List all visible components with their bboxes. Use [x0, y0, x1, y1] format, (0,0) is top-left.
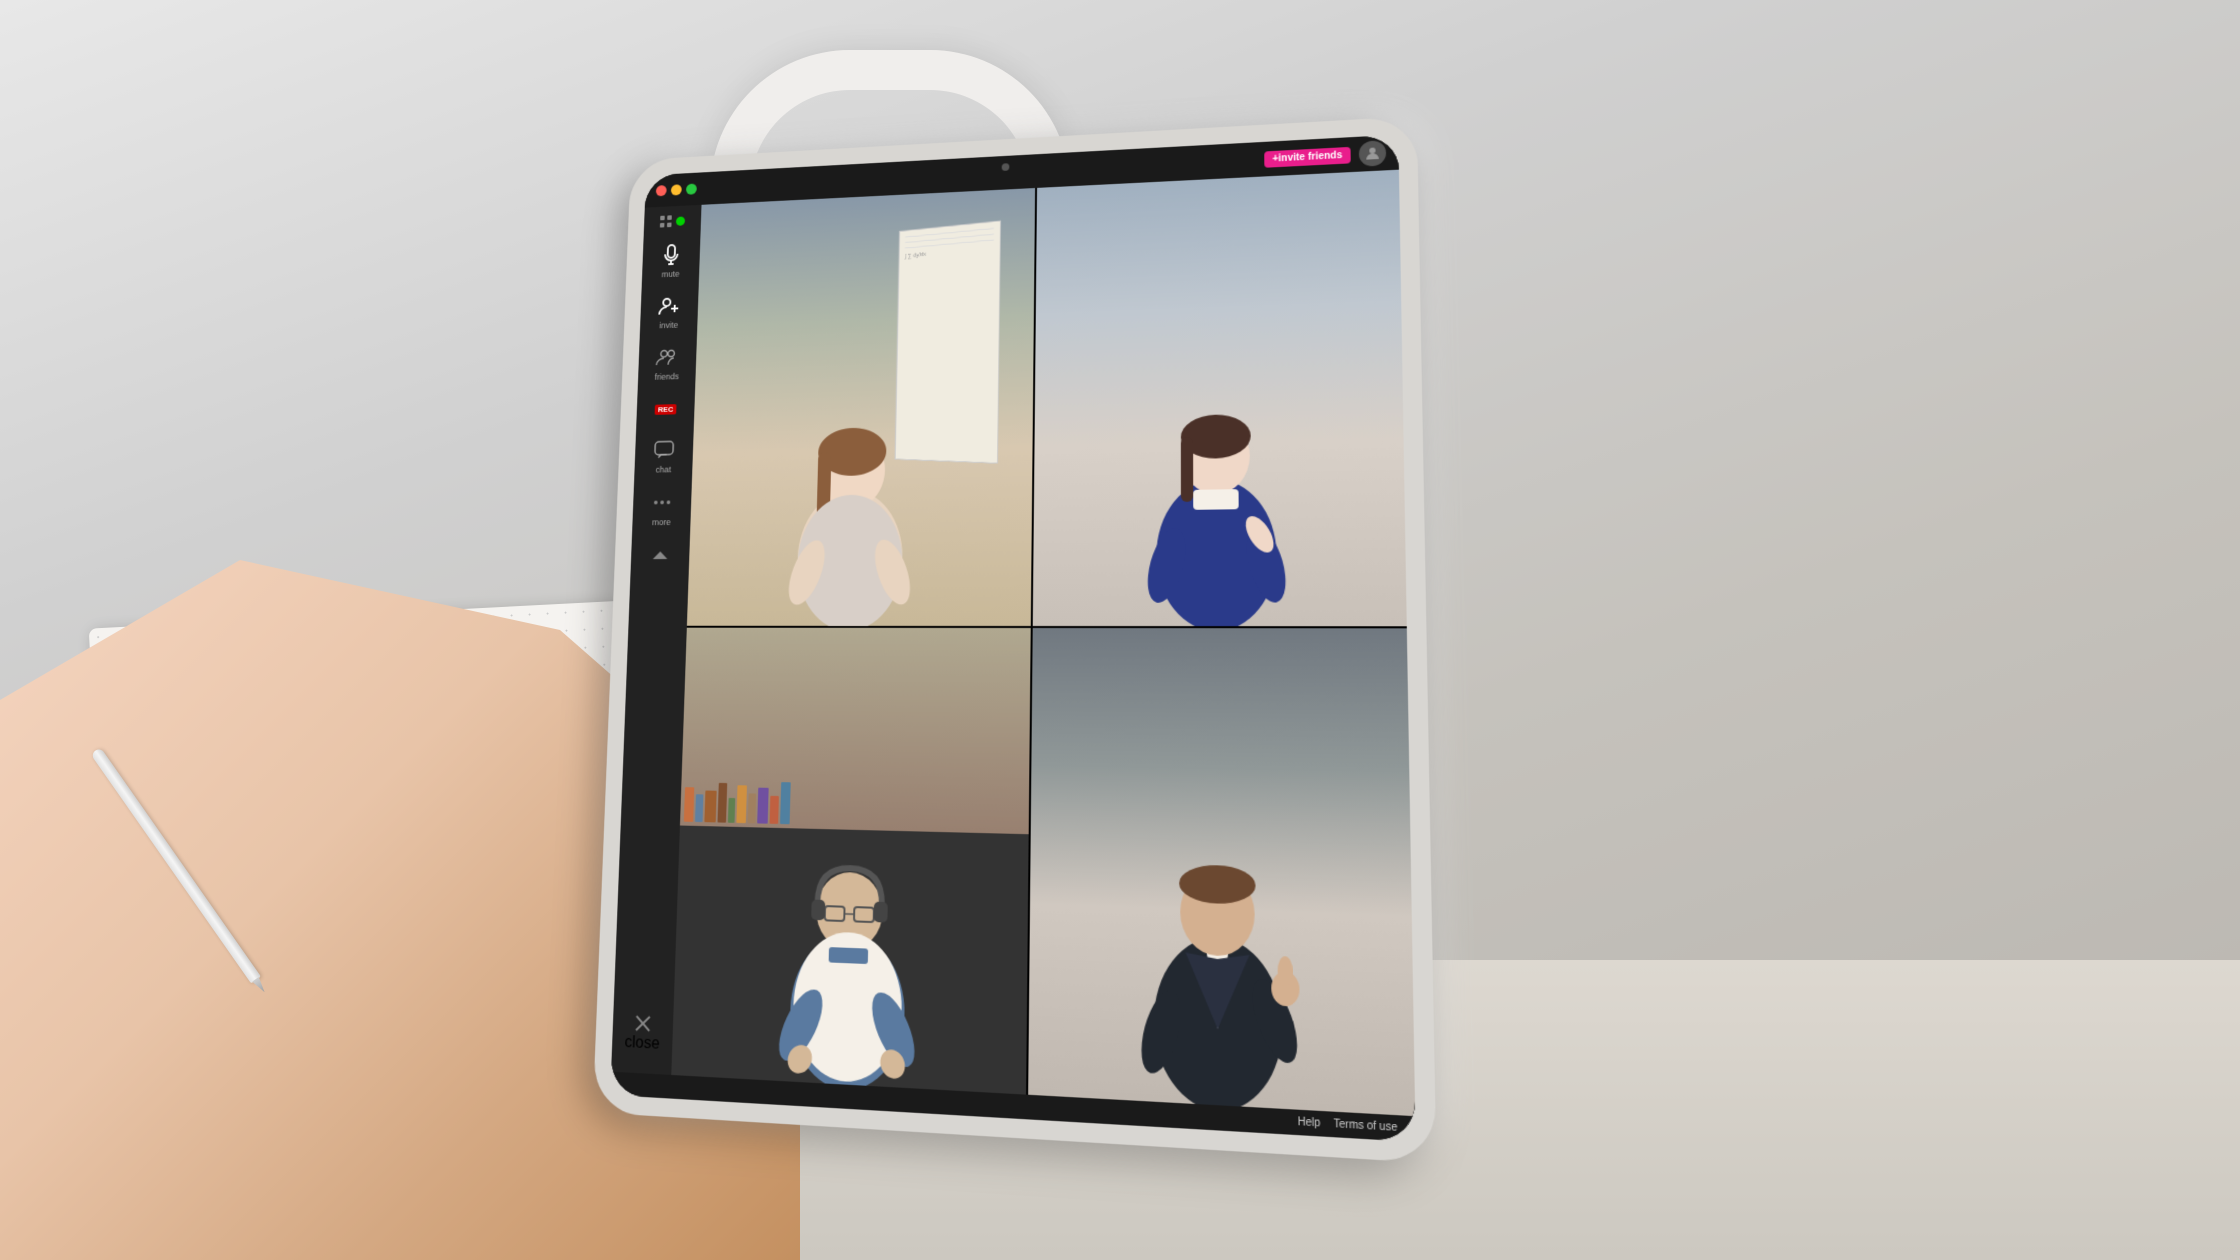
rec-button[interactable]: REC — [640, 390, 692, 428]
app-container: +invite friends — [610, 135, 1415, 1142]
chat-label: chat — [655, 465, 671, 475]
video-grid: ∫ ∑ dy/dx — [671, 170, 1415, 1117]
tablet-device: +invite friends — [593, 116, 1437, 1163]
more-button[interactable]: more — [636, 483, 689, 533]
user-avatar-button[interactable] — [1359, 140, 1387, 167]
more-label: more — [652, 517, 671, 527]
video-cell-3 — [671, 627, 1030, 1094]
collapse-button[interactable] — [646, 544, 674, 567]
invite-label: invite — [659, 320, 678, 330]
chat-button[interactable]: chat — [638, 431, 690, 481]
close-button[interactable]: close — [624, 1001, 661, 1064]
video-cell-4 — [1028, 628, 1415, 1117]
chevron-up-icon — [653, 551, 668, 559]
maximize-window-button[interactable] — [686, 183, 697, 194]
close-label: close — [624, 1034, 660, 1054]
video-cell-2 — [1033, 170, 1407, 626]
terms-link[interactable]: Terms of use — [1333, 1118, 1397, 1134]
close-x-icon — [633, 1012, 652, 1033]
mute-label: mute — [661, 269, 679, 279]
minimize-window-button[interactable] — [671, 184, 682, 195]
online-status-indicator — [676, 216, 685, 225]
friends-label: friends — [654, 372, 679, 382]
video-cell-1: ∫ ∑ dy/dx — [687, 188, 1035, 625]
app-main: mute invite — [611, 170, 1415, 1117]
more-dots-icon — [654, 500, 670, 504]
close-window-button[interactable] — [656, 185, 667, 196]
friends-button[interactable]: friends — [641, 338, 693, 387]
tablet-screen: +invite friends — [610, 135, 1415, 1142]
grid-icon — [660, 215, 673, 228]
mute-button[interactable]: mute — [645, 236, 697, 285]
window-controls — [656, 183, 697, 196]
help-link[interactable]: Help — [1298, 1116, 1321, 1129]
rec-badge: REC — [654, 404, 677, 415]
invite-friends-button[interactable]: +invite friends — [1264, 146, 1351, 167]
invite-button[interactable]: invite — [643, 287, 695, 336]
